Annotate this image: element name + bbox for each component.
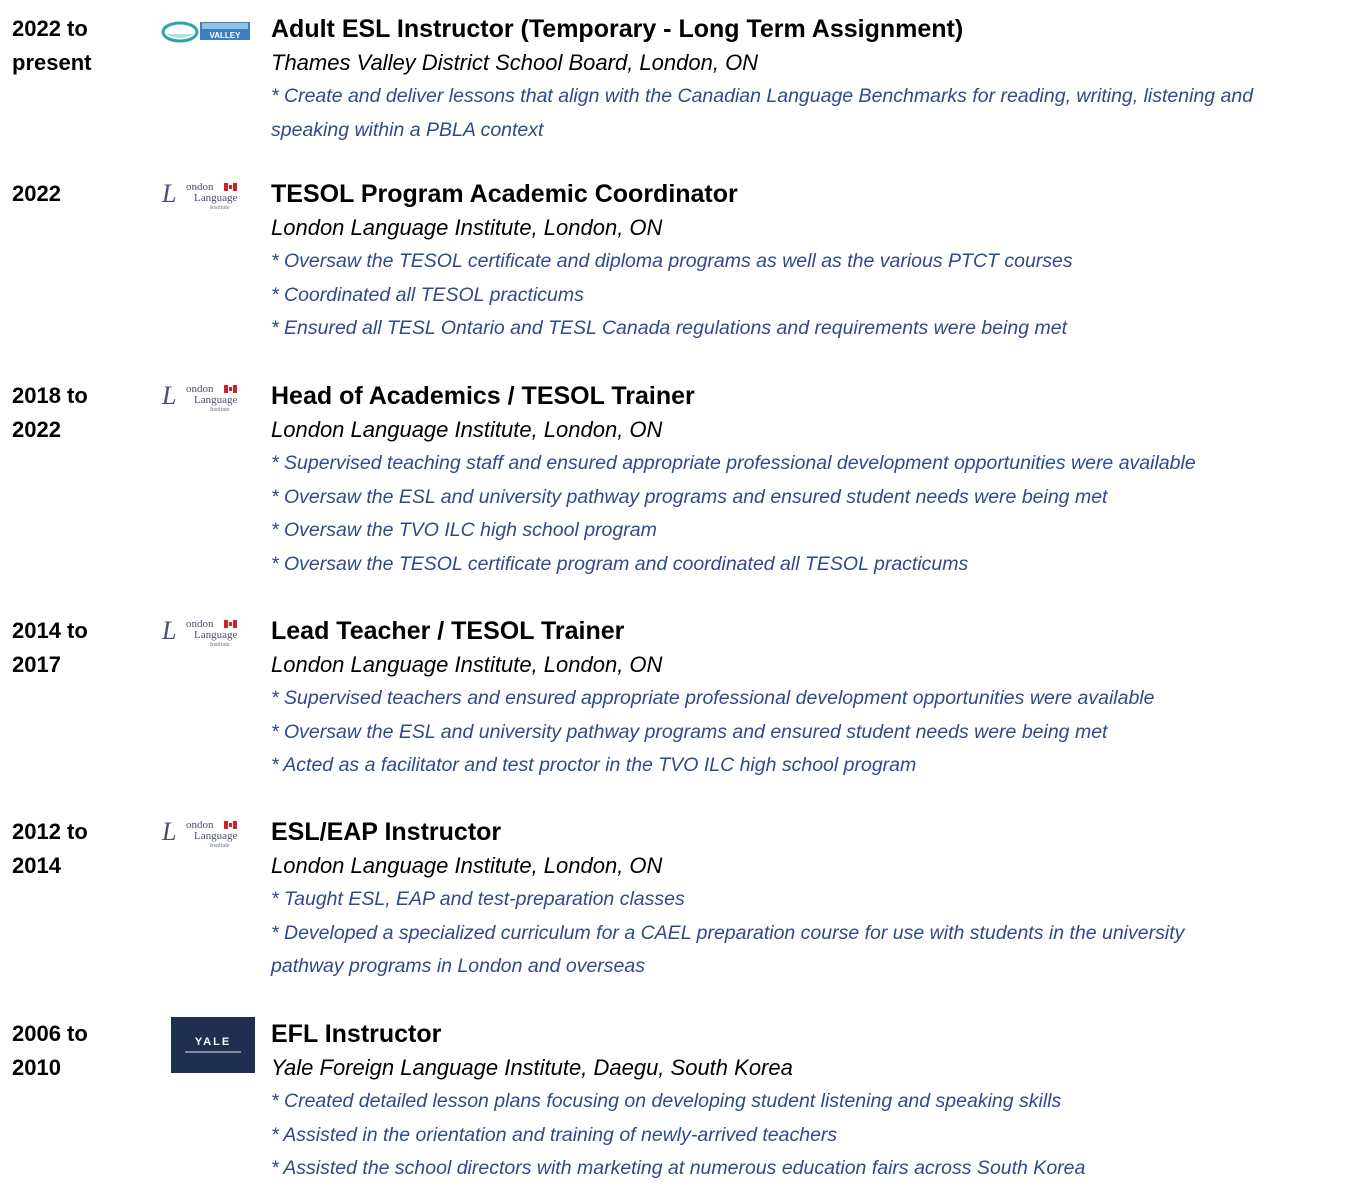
lli-logo-script: L [162,817,177,846]
duty-item: * Ensured all TESL Ontario and TESL Cana… [271,317,1067,340]
years-end: 2010 [12,1055,61,1080]
london-language-institute-logo: L ondon Language Institute [160,179,256,215]
yale-logo-text: YALE [194,1036,232,1048]
entry-content: Head of Academics / TESOL Trainer London… [271,379,1360,581]
entry-content: Lead Teacher / TESOL Trainer London Lang… [271,614,1360,783]
job-title: ESL/EAP Instructor [271,818,502,846]
years-start: 2006 to [12,1021,88,1046]
entry-content: Adult ESL Instructor (Temporary - Long T… [271,12,1360,147]
lli-logo-line3: Institute [210,843,230,849]
yale-logo: YALE [171,1017,255,1073]
years-end: 2014 [12,853,61,878]
entry-years: 2018 to 2022 [12,379,132,447]
duty-item: * Coordinated all TESOL practicums [271,283,584,306]
duty-item: * Assisted in the orientation and traini… [271,1123,838,1146]
duty-item: * Created detailed lesson plans focusing… [271,1090,1062,1112]
lli-logo-script: L [162,179,177,208]
london-language-institute-logo: L ondon Language Institute [160,817,256,853]
lli-logo-line3: Institute [210,205,230,211]
canada-flag-icon [224,183,237,191]
employer: London Language Institute, London, ON [271,853,663,878]
duty-item: * Oversaw the TVO ILC high school progra… [271,519,657,542]
duty-item: * Supervised teaching staff and ensured … [271,452,1196,474]
duty-item: * Oversaw the TESOL certificate and dipl… [271,250,1073,272]
tvdsb-logo-text: VALLEY [210,31,242,40]
job-title: Head of Academics / TESOL Trainer [271,382,695,410]
job-title: EFL Instructor [271,1020,442,1048]
london-language-institute-logo: L ondon Language Institute [160,381,256,417]
entry-content: EFL Instructor Yale Foreign Language Ins… [271,1017,1360,1186]
thames-valley-logo: VALLEY [160,18,256,52]
years-start: 2014 to [12,618,88,643]
entry-years: 2022 [12,177,132,211]
job-title: Adult ESL Instructor (Temporary - Long T… [271,15,964,43]
duty-item: * Developed a specialized curriculum for… [271,921,1185,978]
entry-content: ESL/EAP Instructor London Language Insti… [271,815,1360,984]
employer: London Language Institute, London, ON [271,215,663,240]
years-start: 2022 to [12,16,88,41]
lli-logo-script: L [162,616,177,645]
lli-logo-line3: Institute [210,642,230,648]
duty-item: * Supervised teachers and ensured approp… [271,687,1155,709]
job-title: Lead Teacher / TESOL Trainer [271,617,625,645]
years-end: 2022 [12,417,61,442]
job-title: TESOL Program Academic Coordinator [271,180,738,208]
london-language-institute-logo: L ondon Language Institute [160,616,256,652]
employer: Yale Foreign Language Institute, Daegu, … [271,1055,793,1080]
canada-flag-icon [224,821,237,829]
yale-logo-rule [185,1051,241,1053]
duty-item: * Create and deliver lessons that align … [271,85,1254,141]
entry-years: 2006 to 2010 [12,1017,132,1085]
employer: Thames Valley District School Board, Lon… [271,50,759,75]
years-end: present [12,50,92,75]
lli-logo-line3: Institute [210,407,230,413]
employer: London Language Institute, London, ON [271,652,663,677]
years-end: 2017 [12,652,61,677]
canada-flag-icon [224,620,237,628]
lli-logo-script: L [162,381,177,410]
entry-years: 2014 to 2017 [12,614,132,682]
entry-years: 2012 to 2014 [12,815,132,883]
duty-item: * Oversaw the TESOL certificate program … [271,552,969,575]
duty-item: * Assisted the school directors with mar… [271,1157,1086,1180]
canada-flag-icon [224,385,237,393]
duty-item: * Acted as a facilitator and test procto… [271,754,917,777]
duty-item: * Taught ESL, EAP and test-preparation c… [271,888,685,910]
duty-item: * Oversaw the ESL and university pathway… [271,720,1108,743]
years-start: 2022 [12,181,61,206]
entry-years: 2022 to present [12,12,132,80]
entry-content: TESOL Program Academic Coordinator Londo… [271,177,1360,346]
employer: London Language Institute, London, ON [271,417,663,442]
duty-item: * Oversaw the ESL and university pathway… [271,485,1108,508]
years-start: 2012 to [12,819,88,844]
years-start: 2018 to [12,383,88,408]
